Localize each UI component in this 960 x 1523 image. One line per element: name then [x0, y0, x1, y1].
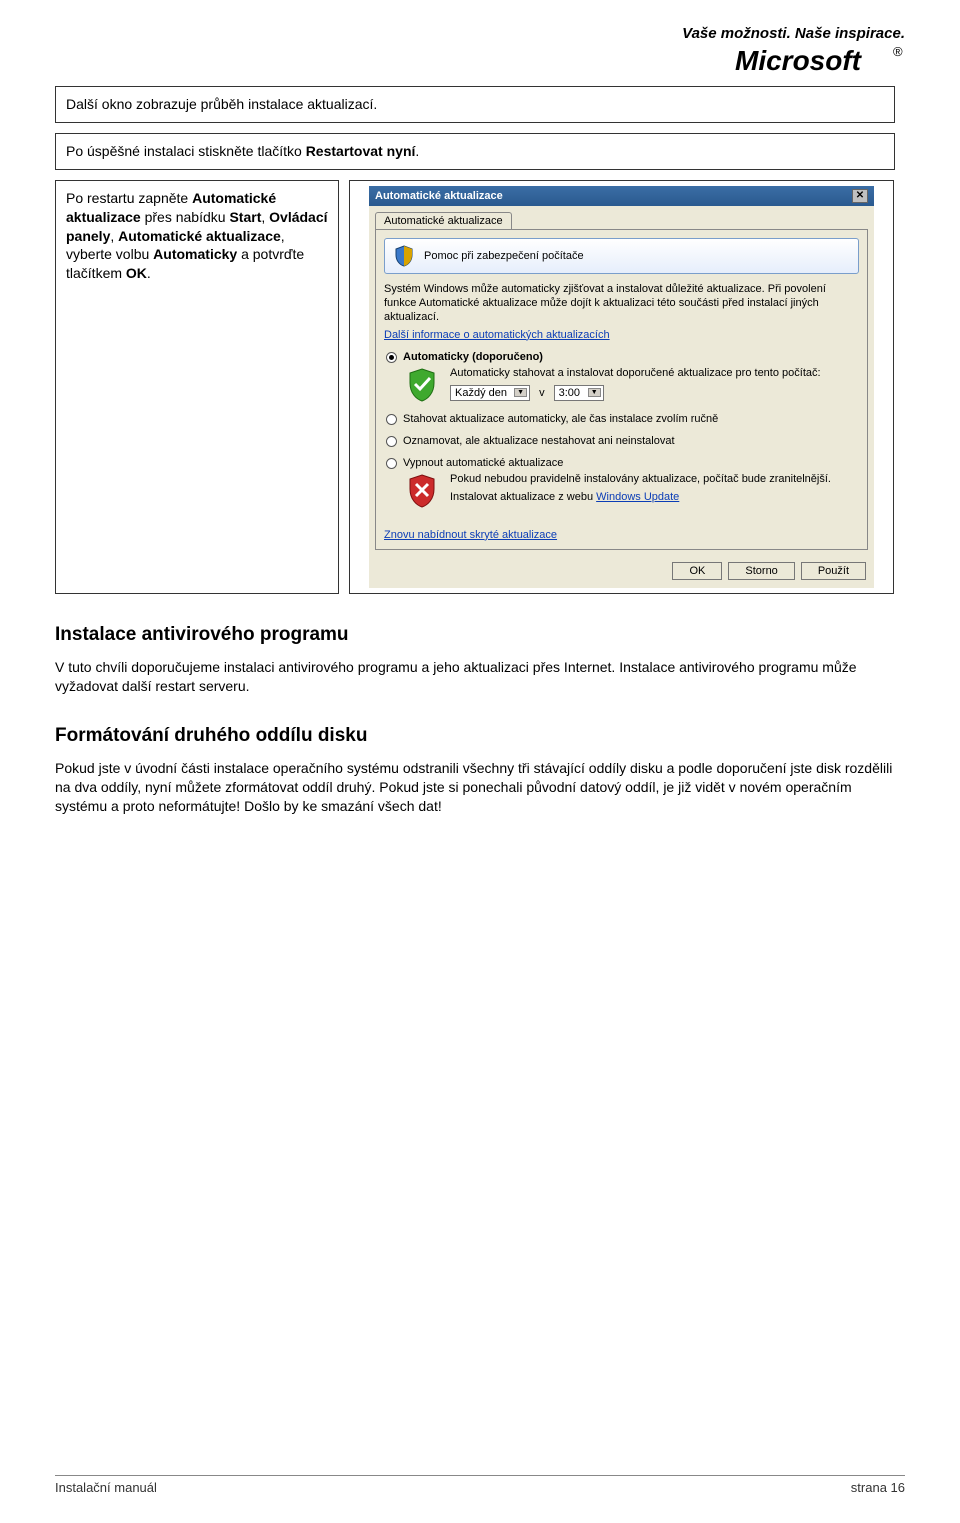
- page-footer: Instalační manuál strana 16: [55, 1475, 905, 1495]
- heading-format-partition: Formátování druhého oddílu disku: [55, 725, 905, 747]
- tab-auto-updates[interactable]: Automatické aktualizace: [375, 212, 512, 229]
- time-separator: v: [539, 387, 545, 399]
- option-off-label: Vypnout automatické aktualizace: [403, 457, 563, 469]
- svg-text:®: ®: [893, 44, 903, 59]
- time-dropdown[interactable]: 3:00: [554, 385, 604, 401]
- dialog-desc: Systém Windows může automaticky zjišťova…: [384, 282, 859, 325]
- option-auto-label: Automaticky (doporučeno): [403, 351, 543, 363]
- tagline: Vaše možnosti. Naše inspirace.: [682, 25, 905, 42]
- close-icon[interactable]: ✕: [852, 189, 868, 203]
- info-box-1-text: Další okno zobrazuje průběh instalace ak…: [66, 95, 884, 114]
- shield-red-icon: [404, 473, 440, 509]
- option-auto-details: Automaticky stahovat a instalovat doporu…: [404, 367, 859, 403]
- row-3: Po restartu zapněte Automatické aktualiz…: [55, 180, 905, 594]
- info-bar-text: Pomoc při zabezpečení počítače: [424, 250, 584, 262]
- apply-button[interactable]: Použít: [801, 562, 866, 580]
- radio-icon[interactable]: [386, 458, 397, 469]
- day-dropdown[interactable]: Každý den: [450, 385, 530, 401]
- info-box-3: Po restartu zapněte Automatické aktualiz…: [55, 180, 339, 594]
- dialog-titlebar[interactable]: Automatické aktualizace ✕: [369, 186, 874, 206]
- tab-panel: Pomoc při zabezpečení počítače Systém Wi…: [375, 229, 868, 550]
- option-auto[interactable]: Automaticky (doporučeno): [386, 351, 859, 363]
- dialog-screenshot-cell: Automatické aktualizace ✕ Automatické ak…: [349, 180, 894, 594]
- svg-text:Microsoft: Microsoft: [735, 45, 863, 76]
- info-box-3-text: Po restartu zapněte Automatické aktualiz…: [66, 189, 328, 283]
- paragraph-format-partition: Pokud jste v úvodní části instalace oper…: [55, 759, 905, 816]
- footer-right: strana 16: [851, 1480, 905, 1495]
- option-off-warn-text: Pokud nebudou pravidelně instalovány akt…: [450, 473, 831, 485]
- option-auto-subtext: Automaticky stahovat a instalovat doporu…: [450, 367, 821, 379]
- info-box-1: Další okno zobrazuje průběh instalace ak…: [55, 86, 895, 123]
- option-off-warning: Pokud nebudou pravidelně instalovány akt…: [404, 473, 859, 509]
- dialog-button-bar: OK Storno Použít: [369, 556, 874, 588]
- option-off[interactable]: Vypnout automatické aktualizace: [386, 457, 859, 469]
- more-info-link[interactable]: Další informace o automatických aktualiz…: [384, 329, 610, 341]
- info-bar: Pomoc při zabezpečení počítače: [384, 238, 859, 274]
- ok-button[interactable]: OK: [672, 562, 722, 580]
- paragraph-antivirus: V tuto chvíli doporučujeme instalaci ant…: [55, 658, 905, 696]
- windows-update-link[interactable]: Windows Update: [596, 491, 679, 503]
- footer-left: Instalační manuál: [55, 1480, 157, 1495]
- info-box-2-text: Po úspěšné instalaci stiskněte tlačítko …: [66, 142, 884, 161]
- dialog-title: Automatické aktualizace: [375, 190, 503, 202]
- tab-strip: Automatické aktualizace: [369, 206, 874, 229]
- restore-hidden-link[interactable]: Znovu nabídnout skryté aktualizace: [384, 529, 557, 541]
- option-notify-label: Oznamovat, ale aktualizace nestahovat an…: [403, 435, 675, 447]
- radio-icon[interactable]: [386, 414, 397, 425]
- heading-antivirus: Instalace antivirového programu: [55, 624, 905, 646]
- option-notify[interactable]: Oznamovat, ale aktualizace nestahovat an…: [386, 435, 859, 447]
- cancel-button[interactable]: Storno: [728, 562, 794, 580]
- option-download-only-label: Stahovat aktualizace automaticky, ale ča…: [403, 413, 718, 425]
- option-download-only[interactable]: Stahovat aktualizace automaticky, ale ča…: [386, 413, 859, 425]
- shield-icon: [392, 244, 416, 268]
- radio-icon[interactable]: [386, 436, 397, 447]
- microsoft-logo: Microsoft ®: [735, 44, 905, 78]
- auto-updates-dialog: Automatické aktualizace ✕ Automatické ak…: [369, 186, 874, 588]
- brand-header: Vaše možnosti. Naše inspirace. Microsoft…: [55, 25, 905, 78]
- info-box-2: Po úspěšné instalaci stiskněte tlačítko …: [55, 133, 895, 170]
- radio-icon[interactable]: [386, 352, 397, 363]
- shield-green-icon: [404, 367, 440, 403]
- option-off-link-line: Instalovat aktualizace z webu Windows Up…: [450, 491, 831, 503]
